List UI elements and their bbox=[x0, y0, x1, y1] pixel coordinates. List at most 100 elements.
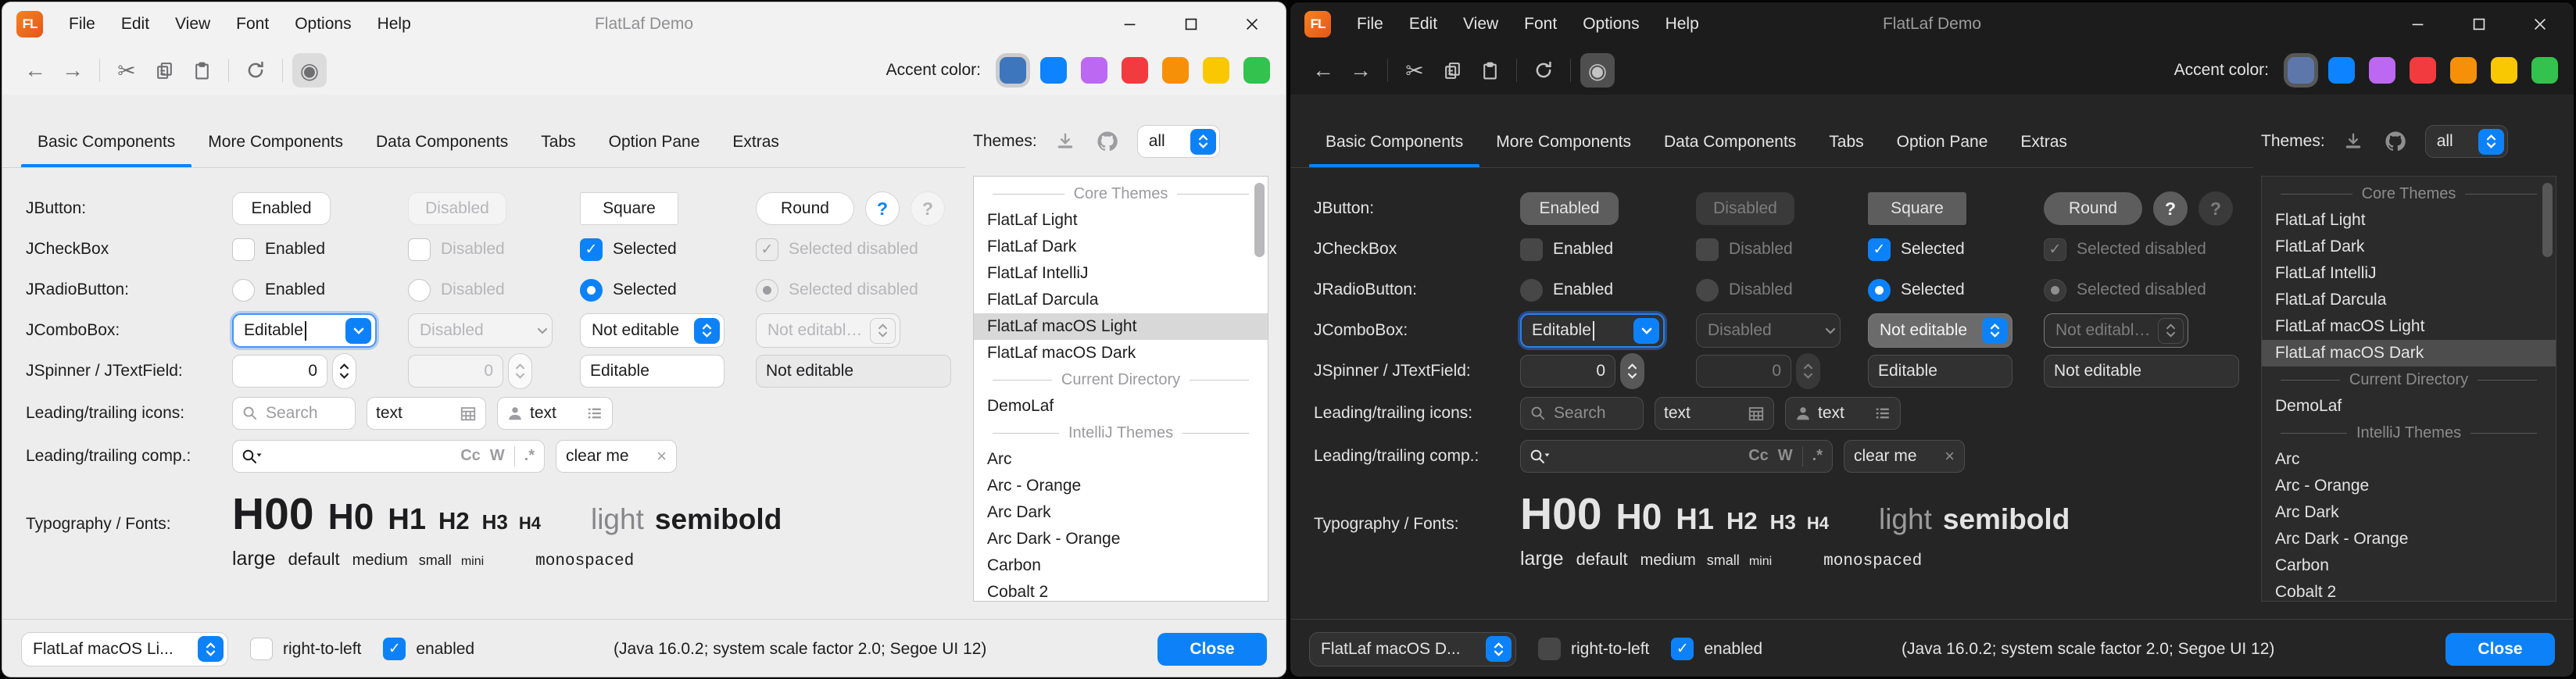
date-input[interactable]: text bbox=[367, 397, 486, 430]
show-hidden-eye-icon[interactable]: ◉ bbox=[292, 53, 327, 88]
enabled-button[interactable]: Enabled bbox=[232, 192, 331, 225]
menu-view[interactable]: View bbox=[1463, 15, 1498, 34]
editable-combobox[interactable]: Editable bbox=[1520, 313, 1665, 348]
regex-button[interactable]: .* bbox=[1812, 447, 1823, 465]
tab-tabs[interactable]: Tabs bbox=[1812, 133, 1880, 167]
close-button[interactable]: Close bbox=[1157, 633, 1267, 666]
cut-icon[interactable]: ✂ bbox=[109, 53, 144, 88]
search-with-options-input[interactable]: Cc W .* bbox=[232, 440, 545, 473]
editable-textfield[interactable]: Editable bbox=[1868, 355, 2012, 388]
theme-item-flatlaf-intellij[interactable]: FlatLaf IntelliJ bbox=[2262, 260, 2556, 287]
tab-basic-components[interactable]: Basic Components bbox=[21, 133, 191, 167]
menu-file[interactable]: File bbox=[69, 15, 95, 34]
close-button[interactable]: Close bbox=[2445, 633, 2555, 666]
theme-item-flatlaf-dark[interactable]: FlatLaf Dark bbox=[2262, 234, 2556, 260]
menu-font[interactable]: Font bbox=[236, 15, 269, 34]
square-button[interactable]: Square bbox=[1868, 192, 1966, 225]
search-input[interactable]: Search bbox=[1520, 397, 1644, 430]
tab-more-components[interactable]: More Components bbox=[191, 133, 360, 167]
editable-textfield[interactable]: Editable bbox=[580, 355, 724, 388]
themes-filter-combobox[interactable]: all bbox=[2425, 125, 2508, 158]
clear-icon[interactable]: × bbox=[1945, 446, 1955, 466]
theme-item-arc-orange[interactable]: Arc - Orange bbox=[974, 473, 1268, 499]
forward-icon[interactable]: → bbox=[55, 53, 90, 88]
chevron-down-icon[interactable] bbox=[1633, 318, 1659, 344]
download-icon[interactable] bbox=[1051, 127, 1079, 155]
user-input[interactable]: text bbox=[497, 397, 613, 430]
scrollbar-thumb[interactable] bbox=[2542, 183, 2553, 257]
tab-data-components[interactable]: Data Components bbox=[1648, 133, 1812, 167]
theme-item-flatlaf-darcula[interactable]: FlatLaf Darcula bbox=[2262, 287, 2556, 313]
tab-tabs[interactable]: Tabs bbox=[524, 133, 592, 167]
search-dropdown-icon[interactable] bbox=[1529, 448, 1551, 465]
calendar-icon[interactable] bbox=[460, 405, 477, 422]
theme-item-flatlaf-intellij[interactable]: FlatLaf IntelliJ bbox=[974, 260, 1268, 287]
radio-enabled[interactable] bbox=[232, 279, 255, 302]
round-button[interactable]: Round bbox=[2044, 192, 2142, 225]
enabled-checkbox[interactable]: ✓ bbox=[1671, 638, 1694, 660]
theme-item-flatlaf-macos-light[interactable]: FlatLaf macOS Light bbox=[974, 313, 1268, 340]
whole-word-button[interactable]: W bbox=[490, 447, 505, 465]
copy-icon[interactable] bbox=[147, 53, 181, 88]
theme-item-flatlaf-dark[interactable]: FlatLaf Dark bbox=[974, 234, 1268, 260]
clear-icon[interactable]: × bbox=[657, 446, 667, 466]
right-to-left-checkbox[interactable] bbox=[1538, 638, 1561, 660]
menu-list-icon[interactable] bbox=[586, 405, 603, 422]
accent-swatch-default[interactable] bbox=[2288, 57, 2314, 84]
theme-item-arc-dark-orange[interactable]: Arc Dark - Orange bbox=[2262, 526, 2556, 552]
enabled-checkbox[interactable]: ✓ bbox=[383, 638, 406, 660]
accent-swatch-green[interactable] bbox=[1243, 57, 1270, 84]
theme-item-flatlaf-macos-dark[interactable]: FlatLaf macOS Dark bbox=[2262, 340, 2556, 366]
theme-item-carbon[interactable]: Carbon bbox=[2262, 552, 2556, 579]
tab-option-pane[interactable]: Option Pane bbox=[1880, 133, 2005, 167]
theme-item-arc-dark[interactable]: Arc Dark bbox=[974, 499, 1268, 526]
checkbox-enabled[interactable] bbox=[1520, 238, 1543, 261]
theme-item-arc[interactable]: Arc bbox=[974, 446, 1268, 473]
menu-options[interactable]: Options bbox=[1583, 15, 1639, 34]
look-and-feel-combobox[interactable]: FlatLaf macOS D... bbox=[1309, 632, 1516, 666]
close-icon[interactable] bbox=[1243, 16, 1261, 33]
match-case-button[interactable]: Cc bbox=[460, 447, 481, 465]
paste-icon[interactable] bbox=[1472, 53, 1507, 88]
accent-swatch-red[interactable] bbox=[1122, 57, 1148, 84]
paste-icon[interactable] bbox=[184, 53, 219, 88]
menu-edit[interactable]: Edit bbox=[121, 15, 149, 34]
show-hidden-eye-icon[interactable]: ◉ bbox=[1580, 53, 1615, 88]
help-button[interactable]: ? bbox=[865, 191, 900, 226]
regex-button[interactable]: .* bbox=[524, 447, 535, 465]
right-to-left-checkbox[interactable] bbox=[250, 638, 273, 660]
theme-item-arc-orange[interactable]: Arc - Orange bbox=[2262, 473, 2556, 499]
spinner-input[interactable]: 0 bbox=[232, 355, 327, 388]
round-button[interactable]: Round bbox=[756, 192, 854, 225]
accent-swatch-default[interactable] bbox=[1000, 57, 1026, 84]
menu-help[interactable]: Help bbox=[1665, 15, 1699, 34]
accent-swatch-orange[interactable] bbox=[2450, 57, 2477, 84]
theme-item-flatlaf-darcula[interactable]: FlatLaf Darcula bbox=[974, 287, 1268, 313]
themes-filter-combobox[interactable]: all bbox=[1137, 125, 1220, 158]
accent-swatch-red[interactable] bbox=[2410, 57, 2436, 84]
minimize-icon[interactable] bbox=[1122, 16, 1139, 33]
look-and-feel-combobox[interactable]: FlatLaf macOS Li... bbox=[21, 632, 228, 666]
close-icon[interactable] bbox=[2531, 16, 2549, 33]
tab-basic-components[interactable]: Basic Components bbox=[1309, 133, 1479, 167]
accent-swatch-blue[interactable] bbox=[2328, 57, 2355, 84]
maximize-icon[interactable] bbox=[1182, 16, 1200, 33]
menu-options[interactable]: Options bbox=[295, 15, 351, 34]
clearable-input[interactable]: clear me × bbox=[1844, 440, 1965, 473]
theme-item-cobalt2[interactable]: Cobalt 2 bbox=[2262, 579, 2556, 602]
menu-help[interactable]: Help bbox=[377, 15, 411, 34]
menu-list-icon[interactable] bbox=[1874, 405, 1891, 422]
square-button[interactable]: Square bbox=[580, 192, 678, 225]
github-icon[interactable] bbox=[2381, 127, 2410, 155]
back-icon[interactable]: ← bbox=[1306, 53, 1340, 88]
menu-font[interactable]: Font bbox=[1524, 15, 1557, 34]
calendar-icon[interactable] bbox=[1748, 405, 1765, 422]
editable-combobox[interactable]: Editable bbox=[232, 313, 377, 348]
minimize-icon[interactable] bbox=[2410, 16, 2427, 33]
tab-extras[interactable]: Extras bbox=[716, 133, 796, 167]
accent-swatch-purple[interactable] bbox=[2369, 57, 2395, 84]
search-dropdown-icon[interactable] bbox=[241, 448, 263, 465]
download-icon[interactable] bbox=[2339, 127, 2367, 155]
copy-icon[interactable] bbox=[1435, 53, 1469, 88]
forward-icon[interactable]: → bbox=[1343, 53, 1378, 88]
